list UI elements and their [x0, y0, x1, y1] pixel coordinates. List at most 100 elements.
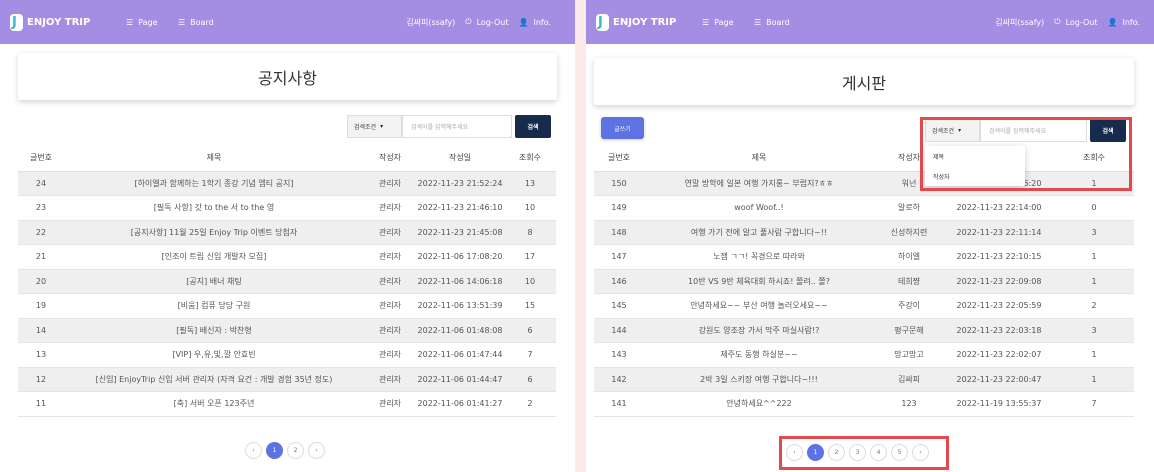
nav-board-link[interactable]: ☰ Board [754, 18, 790, 27]
table-row[interactable]: 144 강원도 양조장 가서 막주 마실사람!? 평구문해 2022-11-23 22… [594, 318, 1134, 343]
page-next-button[interactable]: › [308, 442, 325, 459]
cell-title[interactable]: [공지] 배너 채팅 [64, 269, 364, 294]
cell-author: 신성하지련 [874, 220, 944, 245]
cell-title[interactable]: 노잼 ㄱㄱ! 꼭경으로 따라와 [644, 244, 874, 270]
cell-views: 6 [504, 367, 556, 392]
cell-date: 2022-11-06 01:47:44 [416, 342, 504, 368]
cell-author: 평구문해 [874, 318, 944, 343]
cell-views: 10 [504, 195, 556, 221]
cell-title[interactable]: 안녕하세요^^222 [644, 391, 874, 417]
table-row[interactable]: 20 [공지] 배너 채팅 관리자 2022-11-06 14:06:18 10 [18, 269, 556, 294]
list-icon: ☰ [126, 17, 134, 27]
cell-date: 2022-11-06 01:48:08 [416, 318, 504, 343]
table-row[interactable]: 11 [축] 서버 오픈 123주년 관리자 2022-11-06 01:41:27 2 [18, 391, 556, 417]
cell-title[interactable]: [신입] EnjoyTrip 신입 서버 관리자 (자격 요건 : 개발 경험 … [64, 367, 364, 392]
table-header: 글번호제목작성자작성일조회수 [18, 145, 556, 172]
cell-date: 2022-11-23 22:02:07 [944, 342, 1054, 368]
cell-no: 142 [594, 367, 644, 392]
cell-date: 2022-11-19 13:55:37 [944, 391, 1054, 417]
cell-date: 2022-11-23 22:14:00 [944, 195, 1054, 221]
cell-title[interactable]: 여행 가기 전에 알고 풀사람 구합니다~!! [644, 220, 874, 245]
page-1-button[interactable]: 1 [266, 442, 283, 459]
table-row[interactable]: 147 노잼 ㄱㄱ! 꼭경으로 따라와 하이엘 2022-11-23 22:10:15… [594, 244, 1134, 270]
page-title: 공지사항 [18, 53, 557, 100]
table-row[interactable]: 22 [공지사항] 11월 25일 Enjoy Trip 이벤트 당첨자 관리자 20… [18, 220, 556, 245]
cell-title[interactable]: woof Woof..! [644, 195, 874, 221]
logout-link[interactable]: ⏻ Log-Out [465, 17, 508, 27]
cell-views: 1 [1054, 244, 1134, 270]
cell-author: 알로하 [874, 195, 944, 221]
column-header-number: 글번호 [18, 145, 64, 172]
column-header-title: 제목 [64, 145, 364, 172]
logout-link[interactable]: ⏻ Log-Out [1054, 17, 1097, 27]
search-button[interactable]: 검색 [515, 115, 551, 138]
page-2-button[interactable]: 2 [287, 442, 304, 459]
cell-views: 3 [1054, 318, 1134, 343]
cell-title[interactable]: [필독] 배신자 : 박찬형 [64, 318, 364, 343]
table-row[interactable]: 149 woof Woof..! 알로하 2022-11-23 22:14:00 0 [594, 195, 1134, 221]
table-row[interactable]: 142 2박 3일 스키장 여행 구합니다~!!! 김싸피 2022-11-23 22… [594, 367, 1134, 392]
search-input[interactable]: 검색어를 입력해주세요 [402, 115, 512, 138]
cell-title[interactable]: 안녕하세요~~ 부산 여행 놀러오세요~~ [644, 293, 874, 319]
nav-user-name[interactable]: 김싸피(ssafy) [995, 17, 1044, 28]
column-header-views: 조회수 [504, 145, 556, 172]
table-row[interactable]: 12 [신입] EnjoyTrip 신입 서버 관리자 (자격 요건 : 개발 경… [18, 367, 556, 392]
nav-board-link[interactable]: ☰ Board [178, 18, 214, 27]
info-label: Info. [1122, 17, 1140, 27]
table-row[interactable]: 19 [비움] 컴퓨 당당 구원 관리자 2022-11-06 13:51:39 15 [18, 293, 556, 319]
cell-title[interactable]: [필독 사항] 갓 to the 서 to the 영 [64, 195, 364, 221]
nav-user-name[interactable]: 김싸피(ssafy) [406, 17, 455, 28]
brand-logo[interactable]: ENJOY TRIP [10, 13, 91, 31]
table-row[interactable]: 145 안녕하세요~~ 부산 여행 놀러오세요~~ 주강이 2022-11-23 22… [594, 293, 1134, 319]
cell-title[interactable]: [인조이 트립 신입 개발자 모집] [64, 244, 364, 270]
cell-author: 주강이 [874, 293, 944, 319]
table-row[interactable]: 141 안녕하세요^^222 123 2022-11-19 13:55:37 7 [594, 391, 1134, 417]
table-row[interactable]: 21 [인조이 트립 신입 개발자 모집] 관리자 2022-11-06 17:08:… [18, 244, 556, 270]
cell-views: 17 [504, 244, 556, 270]
table-row[interactable]: 13 [VIP] 우,유,빛,깔 안효빈 관리자 2022-11-06 01:47:4… [18, 342, 556, 368]
cell-title[interactable]: 강원도 양조장 가서 막주 마실사람!? [644, 318, 874, 343]
table-row[interactable]: 23 [필독 사항] 갓 to the 서 to the 영 관리자 2022-11-… [18, 195, 556, 221]
nav-page-link[interactable]: ☰ Page [702, 18, 734, 27]
search-condition-select[interactable]: 검색조건 ▾ [347, 115, 402, 138]
cell-title[interactable]: 10반 VS 9반 체육대회 하시죠! 쫄려.. 쫄? [644, 269, 874, 294]
cell-title[interactable]: 제주도 동행 하실분~~ [644, 342, 874, 368]
info-link[interactable]: 👤 Info. [1107, 18, 1140, 27]
cell-title[interactable]: [공지사항] 11월 25일 Enjoy Trip 이벤트 당첨자 [64, 220, 364, 245]
cell-date: 2022-11-23 22:10:15 [944, 244, 1054, 270]
nav-board-label: Board [190, 17, 214, 27]
cell-title[interactable]: [하이엘과 함께하는 1학기 종강 기념 엠티 공지] [64, 171, 364, 196]
write-button[interactable]: 글쓰기 [601, 117, 644, 139]
page-prev-button[interactable]: ‹ [245, 442, 262, 459]
cell-views: 1 [1054, 342, 1134, 368]
cell-title[interactable]: [VIP] 우,유,빛,깔 안효빈 [64, 342, 364, 368]
cell-no: 147 [594, 244, 644, 270]
column-header-author: 작성자 [364, 145, 416, 172]
table-row[interactable]: 143 제주도 동행 하실분~~ 망고망고 2022-11-23 22:02:07 1 [594, 342, 1134, 368]
cell-title[interactable]: 연말 방학에 일본 여행 가지롱~ 부럽지?ㅎㅎ [644, 171, 874, 196]
cell-author: 김싸피 [874, 367, 944, 392]
search-condition-label: 검색조건 [354, 124, 377, 131]
cell-date: 2022-11-23 21:52:24 [416, 171, 504, 196]
table-row[interactable]: 14 [필독] 배신자 : 박찬형 관리자 2022-11-06 01:48:08 6 [18, 318, 556, 343]
list-icon: ☰ [178, 17, 186, 27]
cell-author: 관리자 [364, 220, 416, 245]
cell-title[interactable]: [축] 서버 오픈 123주년 [64, 391, 364, 417]
user-icon: 👤 [1107, 17, 1118, 27]
brand-name: ENJOY TRIP [27, 16, 91, 28]
logo-icon [10, 13, 23, 31]
cell-author: 123 [874, 391, 944, 417]
table-body: 150연말 방학에 일본 여행 가지롱~ 부럽지?ㅎㅎ워넌2022-11-23 … [594, 171, 1134, 417]
brand-logo[interactable]: ENJOY TRIP [596, 13, 676, 31]
cell-title[interactable]: [비움] 컴퓨 당당 구원 [64, 293, 364, 319]
notice-page: ENJOY TRIP ☰ Page ☰ Board 김싸피(ssafy) ⏻ L… [0, 0, 575, 472]
table-row[interactable]: 148 여행 가기 전에 알고 풀사람 구합니다~!! 신성하지련 2022-11-2… [594, 220, 1134, 245]
cell-date: 2022-11-23 22:05:59 [944, 293, 1054, 319]
info-link[interactable]: 👤 Info. [518, 18, 551, 27]
nav-board-label: Board [766, 17, 790, 27]
notice-table: 글번호 제목 작성자 작성일 조회수 24 [하이엘과 함께하는 1학기 종강 기념 엠티… [18, 145, 556, 417]
cell-title[interactable]: 2박 3일 스키장 여행 구합니다~!!! [644, 367, 874, 392]
nav-page-link[interactable]: ☰ Page [126, 18, 158, 27]
table-row[interactable]: 24 [하이엘과 함께하는 1학기 종강 기념 엠티 공지] 관리자 2022-11-… [18, 171, 556, 196]
table-row[interactable]: 146 10반 VS 9반 체육대회 하시죠! 쫄려.. 쫄? 테희쨩 2022-11… [594, 269, 1134, 294]
